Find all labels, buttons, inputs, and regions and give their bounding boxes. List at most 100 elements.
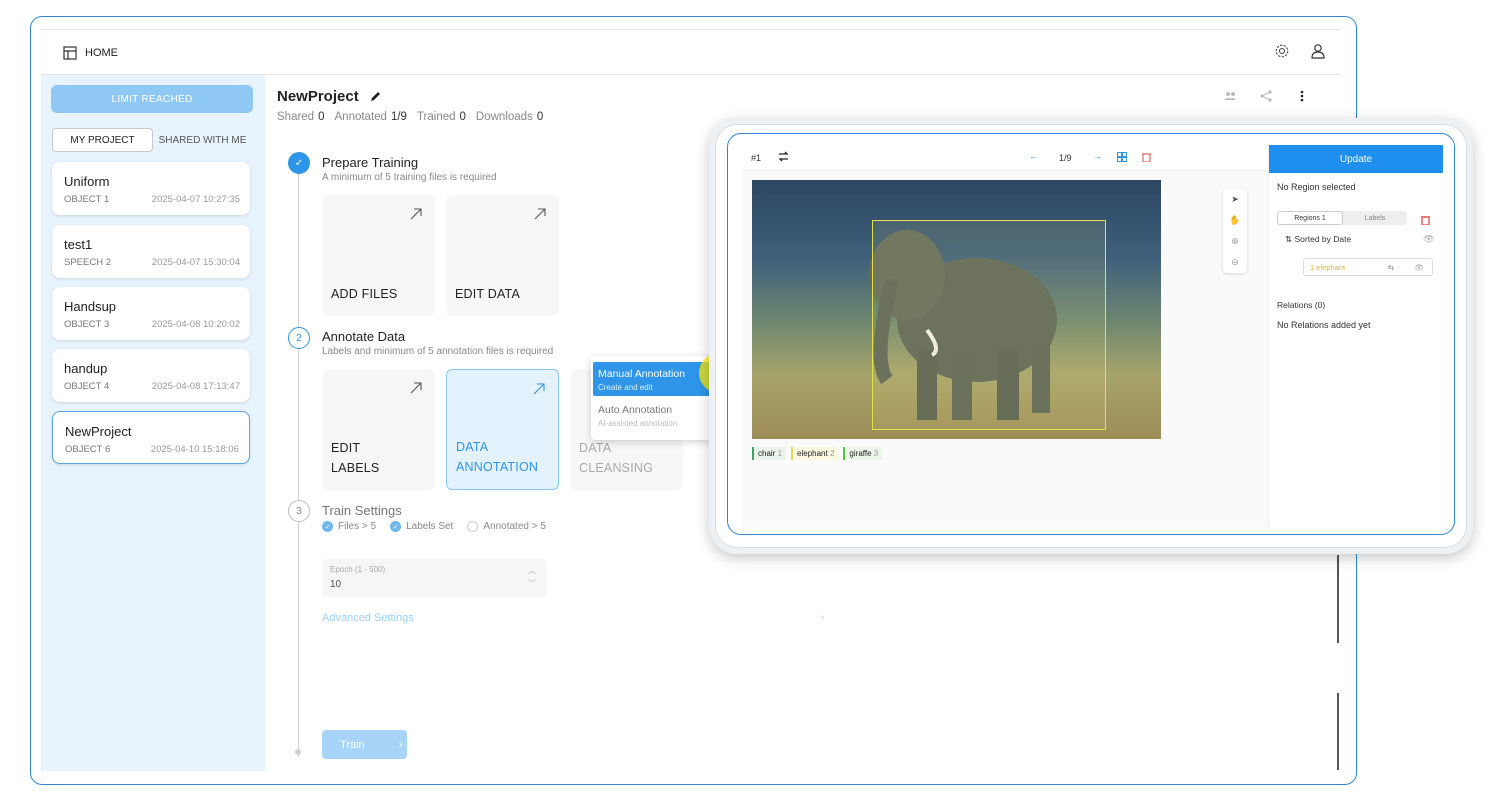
tag-giraffe[interactable]: giraffe 3 [843, 447, 883, 460]
empty-check-icon [467, 521, 479, 532]
user-icon[interactable] [1309, 42, 1327, 60]
page-title: NewProject [277, 87, 385, 105]
stat-shared: Shared 0 [277, 111, 325, 123]
pointer-icon[interactable]: ➤ [1231, 194, 1239, 205]
scroll-line [1337, 693, 1339, 770]
tablet-mockup: #1 ← 1/9 → ➤ ✋ ⊕ ⊖ chair 1 elephant 2 gi… [709, 118, 1473, 554]
home-link[interactable]: HOME [61, 44, 118, 62]
gear-icon[interactable] [1273, 42, 1291, 60]
limit-reached-button[interactable]: LIMIT REACHED [51, 85, 253, 113]
train-button[interactable]: Train › [322, 730, 407, 759]
option-subtitle: Create and edit [598, 383, 653, 392]
chevron-up-icon[interactable]: ︿ [528, 565, 536, 576]
epoch-value: 10 [330, 579, 342, 590]
tag-elephant[interactable]: elephant 2 [791, 447, 839, 460]
project-card[interactable]: Handsup OBJECT 3 2025-04-08 10:20:02 [52, 287, 250, 340]
trash-icon[interactable] [1142, 152, 1151, 164]
region-item[interactable]: 1 elephant ⇆ 👁 [1303, 258, 1433, 276]
chevron-right-icon: › [398, 738, 403, 751]
more-vertical-icon[interactable] [1293, 87, 1311, 105]
share-icon[interactable] [1257, 87, 1275, 105]
project-card[interactable]: handup OBJECT 4 2025-04-08 17:13:47 [52, 349, 250, 402]
card-label: EDIT DATA [455, 287, 521, 301]
project-card[interactable]: test1 SPEECH 2 2025-04-07 15:30:04 [52, 225, 250, 278]
step-3-title: Train Settings [322, 503, 402, 518]
pager: 1/9 [1059, 153, 1072, 163]
arrow-up-right-icon [533, 207, 547, 226]
stat-annotated: Annotated 1/9 [334, 111, 407, 123]
label-tags: chair 1 elephant 2 giraffe 3 [752, 447, 883, 460]
chevron-left-icon[interactable]: ‹ [821, 612, 825, 624]
project-card-selected[interactable]: NewProject OBJECT 6 2025-04-10 15:18:06 [52, 411, 250, 464]
arrow-left-icon[interactable]: ← [1029, 151, 1038, 161]
eye-icon[interactable]: 👁 [1423, 234, 1434, 245]
project-type: OBJECT 3 [64, 319, 110, 330]
card-label: ADD FILES [331, 287, 398, 301]
arrow-right-icon[interactable]: → [1093, 151, 1102, 161]
check-annotated: Annotated > 5 [467, 521, 546, 532]
canvas-tools: ➤ ✋ ⊕ ⊖ [1223, 189, 1247, 273]
relations-title: Relations (0) [1277, 300, 1326, 310]
tab-shared-with-me[interactable]: SHARED WITH ME [153, 128, 252, 152]
project-name: NewProject [65, 424, 132, 439]
project-date: 2025-04-07 10:27:35 [151, 194, 240, 205]
sort-control[interactable]: ⇅ Sorted by Date [1285, 234, 1351, 245]
project-type: OBJECT 1 [64, 194, 110, 205]
zoom-out-icon[interactable]: ⊖ [1231, 257, 1239, 268]
stat-downloads: Downloads 0 [475, 111, 544, 123]
annotation-canvas-area: #1 ← 1/9 → ➤ ✋ ⊕ ⊖ chair 1 elephant 2 gi… [742, 145, 1268, 527]
card-label: DATA CLEANSING [579, 441, 654, 475]
project-tabs: MY PROJECT SHARED WITH ME [52, 128, 252, 152]
arrow-up-right-icon [409, 381, 423, 400]
arrow-up-right-icon [409, 207, 423, 226]
epoch-stepper[interactable]: Epoch (1 - 500) 10 ︿ ﹀ [322, 559, 546, 597]
tab-labels[interactable]: Labels [1343, 211, 1407, 225]
pan-hand-icon[interactable]: ✋ [1229, 215, 1240, 226]
project-card[interactable]: Uniform OBJECT 1 2025-04-07 10:27:35 [52, 162, 250, 215]
train-requirements: ✓ Files > 5 ✓ Labels Set Annotated > 5 [322, 521, 546, 532]
project-title: NewProject [277, 87, 359, 105]
project-date: 2025-04-07 15:30:04 [151, 257, 240, 268]
project-name: handup [64, 361, 108, 376]
grid-icon[interactable] [1117, 152, 1127, 164]
regions-labels-tabs: Regions 1 Labels [1277, 211, 1407, 225]
tab-regions[interactable]: Regions 1 [1277, 211, 1343, 225]
step-2-subtitle: Labels and minimum of 5 annotation files… [322, 346, 554, 357]
option-title: Manual Annotation [598, 368, 685, 380]
no-region-text: No Region selected [1277, 182, 1356, 192]
members-icon[interactable] [1221, 87, 1239, 105]
pencil-icon[interactable] [367, 87, 385, 105]
edit-labels-card[interactable]: EDIT LABELS [322, 369, 435, 490]
sort-icon: ⇅ [1285, 234, 1293, 244]
data-annotation-card[interactable]: DATA ANNOTATION [446, 369, 559, 490]
check-icon: ✓ [390, 521, 402, 532]
check-files: ✓ Files > 5 [322, 521, 376, 532]
project-stats: Shared 0 Annotated 1/9 Trained 0 Downloads 0 [277, 111, 543, 123]
step-2-number: 2 [288, 327, 310, 349]
project-date: 2025-04-08 17:13:47 [151, 381, 240, 392]
scroll-line [1337, 555, 1339, 643]
lock-icon[interactable]: ⇆ [1388, 263, 1394, 272]
eye-icon[interactable]: 👁 [1414, 263, 1424, 272]
zoom-in-icon[interactable]: ⊕ [1231, 236, 1239, 247]
swap-icon[interactable] [778, 151, 789, 164]
chevron-down-icon[interactable]: ﹀ [528, 578, 536, 589]
step-3-number: 3 [288, 500, 310, 522]
update-button[interactable]: Update [1269, 145, 1443, 173]
timeline-end [295, 749, 301, 755]
project-date: 2025-04-10 15:18:06 [150, 444, 239, 455]
edit-data-card[interactable]: EDIT DATA [446, 195, 559, 316]
elephant-image[interactable] [752, 180, 1161, 439]
tag-chair[interactable]: chair 1 [752, 447, 787, 460]
stat-trained: Trained 0 [416, 111, 466, 123]
timeline-line [298, 157, 299, 757]
advanced-settings-link[interactable]: Advanced Settings [322, 612, 414, 624]
add-files-card[interactable]: ADD FILES [322, 195, 435, 316]
delete-icon[interactable] [1421, 212, 1430, 230]
option-title: Auto Annotation [598, 404, 673, 416]
top-bar: HOME [41, 29, 1341, 75]
tab-my-project[interactable]: MY PROJECT [52, 128, 153, 152]
bounding-box[interactable] [872, 220, 1106, 430]
home-label: HOME [85, 47, 118, 59]
project-date: 2025-04-08 10:20:02 [151, 319, 240, 330]
